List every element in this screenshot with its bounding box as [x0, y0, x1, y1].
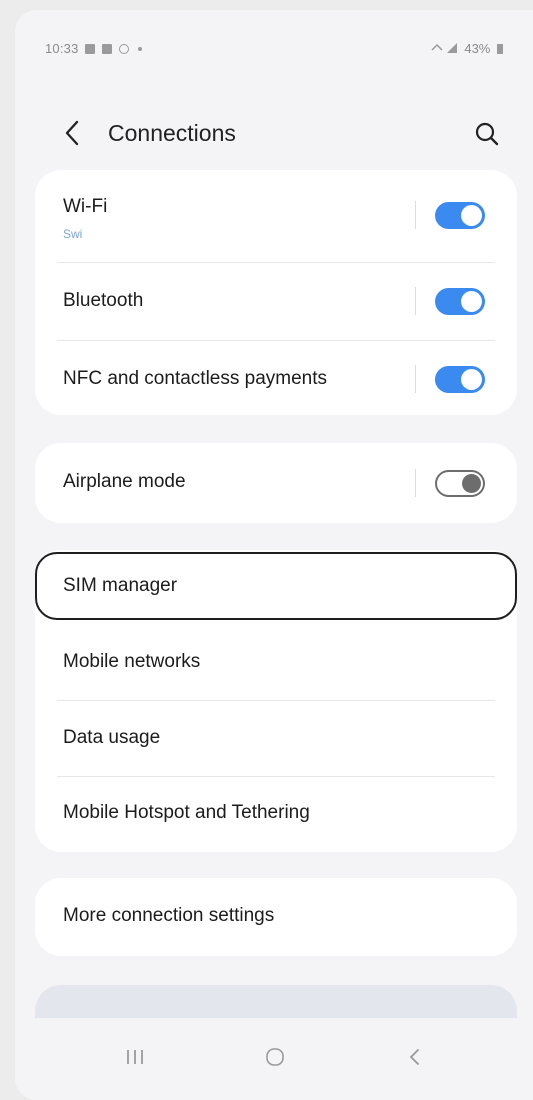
sim-manager-highlight: [35, 552, 517, 620]
more-connection-settings-row[interactable]: More connection settings: [35, 878, 517, 956]
back-button[interactable]: [59, 113, 87, 153]
divider: [57, 776, 495, 777]
nfc-label: NFC and contactless payments: [63, 368, 328, 389]
wifi-label: Wi-Fi: [63, 196, 108, 217]
row-separator: [415, 365, 416, 393]
row-separator: [415, 287, 416, 315]
wifi-toggle[interactable]: [435, 202, 485, 229]
hotspot-label: Mobile Hotspot and Tethering: [63, 802, 310, 823]
connections-card-primary: Wi-Fi Swi Bluetooth NFC and contactless …: [35, 170, 517, 415]
bluetooth-row[interactable]: Bluetooth: [35, 263, 517, 339]
data-usage-row[interactable]: Data usage: [35, 702, 517, 774]
toggle-knob: [462, 474, 481, 493]
search-icon: [475, 122, 499, 146]
battery-icon: [497, 44, 503, 54]
airplane-mode-label: Airplane mode: [63, 471, 186, 492]
toggle-knob: [461, 291, 482, 312]
notification-icon: [85, 44, 96, 54]
search-button[interactable]: [467, 114, 507, 154]
notification-icon: [118, 44, 129, 54]
airplane-mode-toggle[interactable]: [435, 470, 485, 497]
toggle-knob: [461, 369, 482, 390]
status-time: 10:33: [45, 41, 79, 56]
status-right: 43%: [431, 41, 503, 56]
bluetooth-toggle[interactable]: [435, 288, 485, 315]
status-bar: 10:33 43%: [15, 10, 533, 70]
hotspot-row[interactable]: Mobile Hotspot and Tethering: [35, 778, 517, 850]
nav-back-icon: [410, 1049, 419, 1065]
battery-text: 43%: [464, 41, 491, 56]
divider: [57, 700, 495, 701]
more-settings-card: More connection settings: [35, 878, 517, 956]
toggle-knob: [461, 205, 482, 226]
signal-icon: [431, 43, 457, 53]
home-icon: [266, 1048, 284, 1066]
recents-icon: [127, 1050, 143, 1064]
data-usage-label: Data usage: [63, 727, 161, 748]
more-notifications-icon: [137, 47, 142, 51]
mobile-networks-label: Mobile networks: [63, 651, 201, 672]
nfc-toggle[interactable]: [435, 366, 485, 393]
nav-back-button[interactable]: [395, 1042, 435, 1072]
more-connection-settings-label: More connection settings: [63, 905, 275, 926]
row-separator: [415, 469, 416, 497]
recents-button[interactable]: [115, 1042, 155, 1072]
home-button[interactable]: [255, 1042, 295, 1072]
phone-screen: 10:33 43% Connections Wi-Fi Swi Bluetoot…: [15, 10, 533, 1100]
mobile-networks-row[interactable]: Mobile networks: [35, 626, 517, 698]
status-left: 10:33: [45, 41, 142, 56]
bluetooth-label: Bluetooth: [63, 290, 144, 311]
page-title: Connections: [108, 120, 236, 146]
wifi-row[interactable]: Wi-Fi Swi: [35, 170, 517, 260]
row-separator: [415, 201, 416, 229]
page-header: Connections: [15, 105, 533, 165]
airplane-mode-row[interactable]: Airplane mode: [35, 443, 517, 523]
navigation-bar: [15, 1018, 533, 1100]
notification-icon: [102, 44, 113, 54]
chevron-left-icon: [65, 120, 79, 146]
nfc-row[interactable]: NFC and contactless payments: [35, 341, 517, 415]
airplane-card: Airplane mode: [35, 443, 517, 523]
wifi-network-name: Swi: [63, 227, 83, 241]
